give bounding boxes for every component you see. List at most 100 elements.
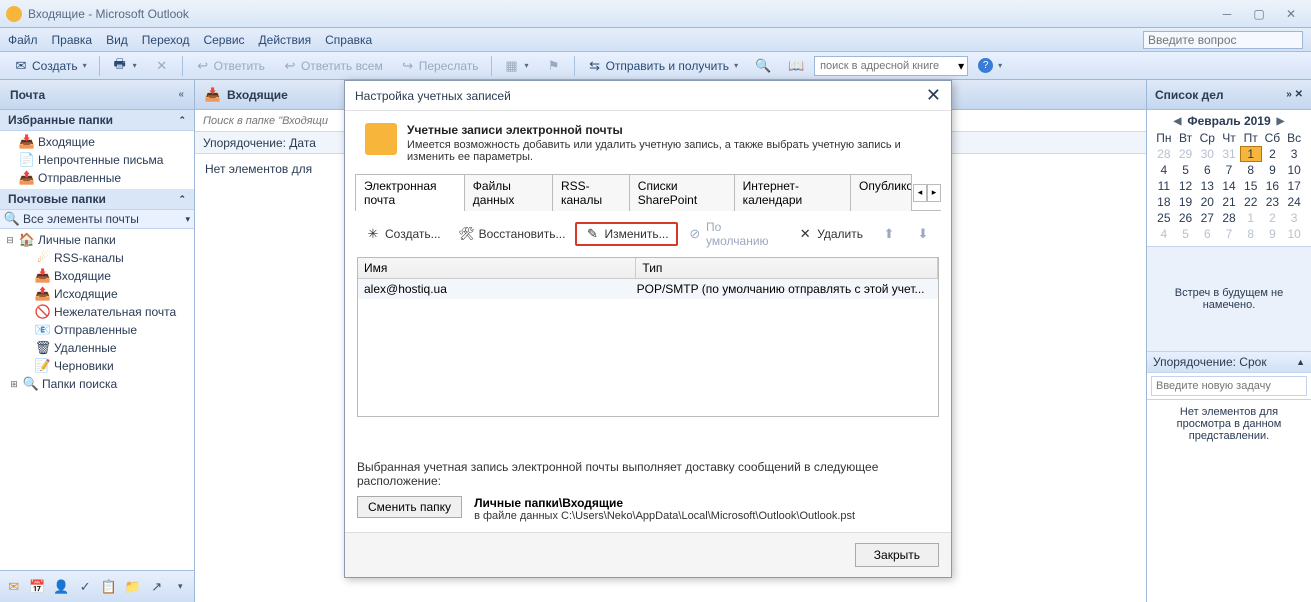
cal-day[interactable]: 1 (1240, 210, 1262, 226)
ask-question-input[interactable] (1143, 31, 1303, 49)
cal-day[interactable]: 5 (1175, 162, 1197, 178)
cal-day[interactable]: 8 (1240, 162, 1262, 178)
mail-module-icon[interactable]: ✉ (6, 579, 22, 595)
favorites-section[interactable]: Избранные папки⌃ (0, 110, 194, 131)
reply-button[interactable]: ↩Ответить (188, 55, 272, 77)
tree-searchfolders[interactable]: ⊞🔍Папки поиска (0, 375, 194, 393)
find-button[interactable]: 🔍 (748, 55, 778, 77)
cal-day[interactable]: 7 (1218, 162, 1240, 178)
fav-inbox[interactable]: 📥Входящие (0, 133, 194, 151)
dialog-close-icon[interactable]: ✕ (926, 85, 941, 106)
tree-junk[interactable]: 🚫Нежелательная почта (0, 303, 194, 321)
forward-button[interactable]: ↪Переслать (393, 55, 486, 77)
cal-day[interactable]: 7 (1218, 226, 1240, 242)
tab-published[interactable]: Опубликова (850, 174, 912, 211)
print-button[interactable]: 🖶▾ (105, 55, 144, 77)
tree-drafts[interactable]: 📝Черновики (0, 357, 194, 375)
tab-datafiles[interactable]: Файлы данных (464, 174, 553, 211)
account-row[interactable]: alex@hostiq.ua POP/SMTP (по умолчанию от… (358, 279, 938, 299)
cal-day[interactable]: 23 (1262, 194, 1284, 210)
cal-month-label[interactable]: Февраль 2019 (1187, 114, 1270, 128)
tab-rss[interactable]: RSS-каналы (552, 174, 630, 211)
new-task-input[interactable] (1151, 376, 1307, 396)
sendreceive-button[interactable]: ⇆Отправить и получить▾ (580, 55, 746, 77)
tasks-module-icon[interactable]: ✓ (78, 579, 94, 595)
task-sort-header[interactable]: Упорядочение: Срок▲ (1147, 351, 1311, 373)
cal-day[interactable]: 4 (1153, 162, 1175, 178)
categorize-button[interactable]: ▦▾ (497, 55, 536, 77)
cal-day[interactable]: 22 (1240, 194, 1262, 210)
cal-day[interactable]: 6 (1196, 162, 1218, 178)
account-edit-button[interactable]: ✎Изменить... (575, 222, 677, 246)
cal-day[interactable]: 31 (1218, 146, 1240, 162)
cal-day[interactable]: 17 (1283, 178, 1305, 194)
maximize-button[interactable]: ▢ (1245, 5, 1273, 23)
cal-day[interactable]: 10 (1283, 162, 1305, 178)
mailfolders-section[interactable]: Почтовые папки⌃ (0, 189, 194, 210)
personal-folders[interactable]: ⊟🏠Личные папки (0, 231, 194, 249)
move-up-button[interactable]: ⬆ (873, 223, 905, 245)
calendar-module-icon[interactable]: 📅 (30, 579, 46, 595)
cal-next-icon[interactable]: ▶ (1277, 116, 1285, 127)
col-type[interactable]: Тип (636, 258, 938, 278)
menu-actions[interactable]: Действия (259, 33, 312, 47)
fav-unread[interactable]: 📄Непрочтенные письма (0, 151, 194, 169)
tab-sharepoint[interactable]: Списки SharePoint (629, 174, 735, 211)
tree-rss[interactable]: ☄RSS-каналы (0, 249, 194, 267)
notes-module-icon[interactable]: 📋 (101, 579, 117, 595)
cal-day[interactable]: 14 (1218, 178, 1240, 194)
account-delete-button[interactable]: ✕Удалить (789, 223, 871, 245)
menu-help[interactable]: Справка (325, 33, 372, 47)
cal-day[interactable]: 5 (1175, 226, 1197, 242)
dialog-close-button[interactable]: Закрыть (855, 543, 939, 567)
tab-email[interactable]: Электронная почта (355, 174, 465, 211)
col-name[interactable]: Имя (358, 258, 636, 278)
cal-day[interactable]: 2 (1262, 146, 1284, 162)
menu-view[interactable]: Вид (106, 33, 128, 47)
cal-day[interactable]: 25 (1153, 210, 1175, 226)
tree-inbox[interactable]: 📥Входящие (0, 267, 194, 285)
cal-day[interactable]: 8 (1240, 226, 1262, 242)
cal-day[interactable]: 18 (1153, 194, 1175, 210)
menu-go[interactable]: Переход (142, 33, 190, 47)
cal-day[interactable]: 29 (1175, 146, 1197, 162)
cal-day[interactable]: 3 (1283, 210, 1305, 226)
cal-day[interactable]: 2 (1262, 210, 1284, 226)
cal-day[interactable]: 26 (1175, 210, 1197, 226)
contacts-module-icon[interactable]: 👤 (54, 579, 70, 595)
all-mail-items[interactable]: 🔍Все элементы почты▾ (0, 210, 194, 229)
tab-scroll-right-icon[interactable]: ▸ (927, 184, 941, 202)
cal-day[interactable]: 19 (1175, 194, 1197, 210)
reply-all-button[interactable]: ↩Ответить всем (275, 55, 390, 77)
cal-day[interactable]: 28 (1153, 146, 1175, 162)
menu-edit[interactable]: Правка (52, 33, 93, 47)
fav-sent[interactable]: 📤Отправленные (0, 169, 194, 187)
cal-day[interactable]: 20 (1196, 194, 1218, 210)
account-new-button[interactable]: ✳Создать... (357, 223, 449, 245)
close-button[interactable]: ✕ (1277, 5, 1305, 23)
cal-day[interactable]: 11 (1153, 178, 1175, 194)
delete-button[interactable]: ✕ (147, 55, 177, 77)
addressbook-search-input[interactable] (818, 58, 958, 74)
account-default-button[interactable]: ⊘По умолчанию (680, 217, 788, 251)
addressbook-button[interactable]: 📖 (781, 55, 811, 77)
tree-deleted[interactable]: 🗑Удаленные (0, 339, 194, 357)
cal-day[interactable]: 30 (1196, 146, 1218, 162)
account-repair-button[interactable]: 🛠Восстановить... (451, 223, 574, 245)
cal-day[interactable]: 9 (1262, 226, 1284, 242)
folder-module-icon[interactable]: 📁 (125, 579, 141, 595)
cal-day[interactable]: 13 (1196, 178, 1218, 194)
addressbook-search[interactable]: ▾ (814, 56, 968, 76)
new-button[interactable]: ✉Создать▾ (6, 55, 94, 77)
change-folder-button[interactable]: Сменить папку (357, 496, 462, 518)
tree-sent[interactable]: 📧Отправленные (0, 321, 194, 339)
help-button[interactable]: ?▾ (971, 55, 1009, 76)
shortcuts-module-icon[interactable]: ↗ (149, 579, 165, 595)
tab-internetcal[interactable]: Интернет-календари (734, 174, 851, 211)
cal-day[interactable]: 4 (1153, 226, 1175, 242)
tree-outbox[interactable]: 📤Исходящие (0, 285, 194, 303)
cal-day[interactable]: 24 (1283, 194, 1305, 210)
move-down-button[interactable]: ⬇ (907, 223, 939, 245)
cal-day[interactable]: 3 (1283, 146, 1305, 162)
menu-file[interactable]: Файл (8, 33, 38, 47)
